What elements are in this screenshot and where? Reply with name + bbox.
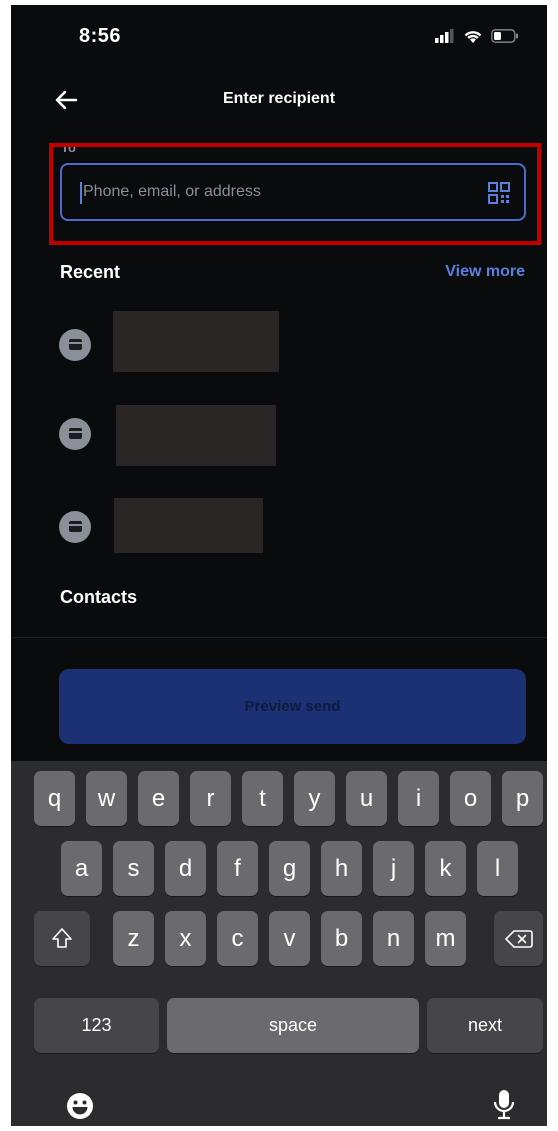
key-z[interactable]: z [113,911,154,966]
status-icons [435,27,519,45]
preview-send-button[interactable]: Preview send [59,669,526,744]
divider [11,637,547,638]
wallet-icon [59,418,91,450]
key-w[interactable]: w [86,771,127,826]
recent-item[interactable] [11,497,547,567]
preview-send-label: Preview send [244,698,341,715]
wifi-icon [464,30,482,43]
next-key[interactable]: next [427,998,543,1053]
key-g[interactable]: g [269,841,310,896]
key-c[interactable]: c [217,911,258,966]
key-m[interactable]: m [425,911,466,966]
shift-key[interactable] [34,911,90,966]
key-h[interactable]: h [321,841,362,896]
key-q[interactable]: q [34,771,75,826]
recipient-input[interactable]: Phone, email, or address [60,163,526,221]
keyboard: q w e r t y u i o p a s d f g h j k l z … [11,761,547,1126]
space-key[interactable]: space [167,998,419,1053]
signal-icon [435,29,454,43]
recent-item[interactable] [11,310,547,380]
status-bar: 8:56 [11,5,547,65]
page-title: Enter recipient [222,90,336,107]
key-r[interactable]: r [190,771,231,826]
key-y[interactable]: y [294,771,335,826]
key-d[interactable]: d [165,841,206,896]
view-more-link[interactable]: View more [445,263,525,281]
text-caret [80,182,82,204]
wallet-icon [59,329,91,361]
emoji-icon[interactable] [65,1091,95,1121]
redacted-name [114,498,263,553]
microphone-icon[interactable] [493,1089,515,1121]
recent-item[interactable] [11,405,547,475]
backspace-icon [505,930,533,948]
key-l[interactable]: l [477,841,518,896]
redacted-name [116,405,276,466]
shift-icon [52,928,72,948]
delete-key[interactable] [494,911,543,966]
recipient-placeholder: Phone, email, or address [83,183,261,200]
battery-icon [491,29,518,43]
contacts-heading: Contacts [60,587,138,607]
key-p[interactable]: p [502,771,543,826]
nav-header: Enter recipient [11,80,547,120]
key-e[interactable]: e [138,771,179,826]
wallet-icon [59,511,91,543]
key-b[interactable]: b [321,911,362,966]
key-n[interactable]: n [373,911,414,966]
key-x[interactable]: x [165,911,206,966]
key-o[interactable]: o [450,771,491,826]
recent-heading: Recent [60,262,121,282]
key-a[interactable]: a [61,841,102,896]
key-u[interactable]: u [346,771,387,826]
key-s[interactable]: s [113,841,154,896]
phone-screen: 8:56 Enter recipient To Phone, email, or… [11,5,547,1126]
redacted-name [113,311,279,372]
key-f[interactable]: f [217,841,258,896]
key-v[interactable]: v [269,911,310,966]
key-i[interactable]: i [398,771,439,826]
key-j[interactable]: j [373,841,414,896]
key-k[interactable]: k [425,841,466,896]
status-time: 8:56 [79,25,122,47]
qr-code-icon[interactable] [488,182,510,204]
numbers-key[interactable]: 123 [34,998,159,1053]
key-t[interactable]: t [242,771,283,826]
